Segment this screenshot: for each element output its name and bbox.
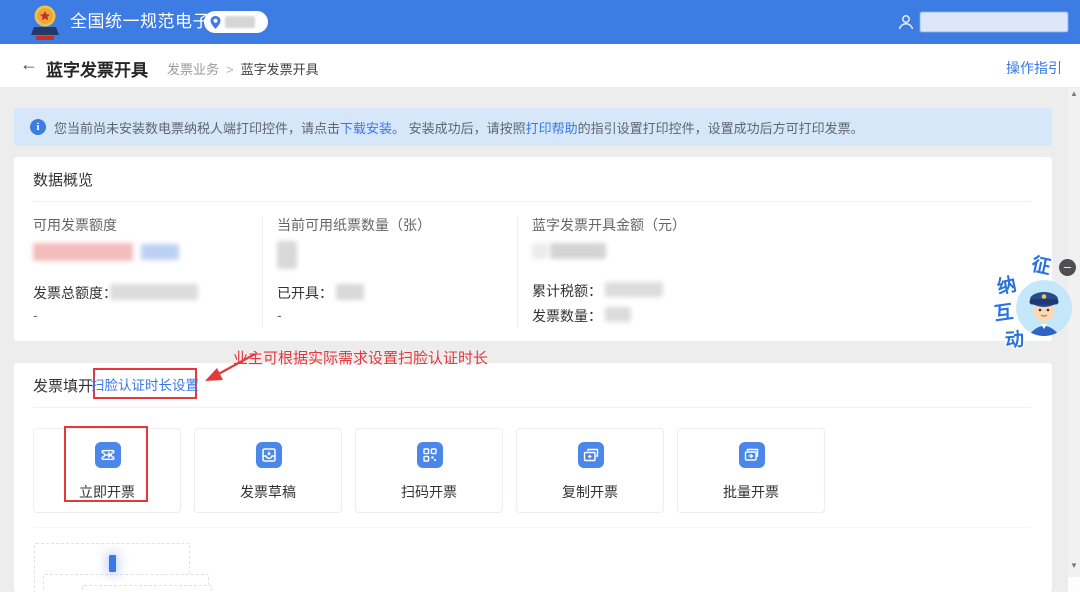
operation-guide-link[interactable]: 操作指引	[1006, 58, 1062, 78]
card-issue-now[interactable]: 立即开票	[33, 428, 181, 513]
alert-text-post: 的指引设置打印控件，设置成功后方可打印发票。	[577, 120, 864, 136]
widget-minimize-button[interactable]: –	[1059, 259, 1076, 276]
redacted-value	[550, 243, 606, 259]
invoice-count-label: 发票数量：	[532, 308, 602, 324]
redacted-value	[141, 244, 179, 260]
overview-title: 数据概览	[33, 172, 94, 189]
widget-char: 互	[992, 301, 1015, 326]
username-redacted	[920, 12, 1068, 32]
skeleton-box	[82, 585, 212, 592]
face-auth-highlight-box: 扫脸认证时长设置	[91, 368, 199, 399]
scroll-up-icon[interactable]: ▲	[1068, 89, 1080, 98]
empty-value: -	[277, 307, 282, 323]
tax-bureau-logo	[28, 4, 62, 46]
redacted-value	[110, 284, 198, 300]
card-batch-invoicing[interactable]: 批量开票	[677, 428, 825, 513]
available-quota-label: 可用发票额度	[33, 217, 117, 233]
tax-officer-avatar[interactable]	[1016, 280, 1072, 336]
empty-value: -	[33, 307, 38, 323]
data-overview-panel: 数据概览 可用发票额度 发票总额度： - 当前可用纸票数量（张） 已开具： - …	[14, 157, 1052, 341]
redacted-value	[605, 307, 631, 322]
redacted-value	[336, 284, 364, 300]
breadcrumb-separator: >	[226, 62, 234, 77]
card-label: 立即开票	[79, 484, 135, 500]
redacted-value	[33, 243, 133, 261]
invoice-filling-panel: 发票填开 扫脸认证时长设置 立即开票 发票草稿 扫码开票 复制开票 批量开票	[14, 363, 1052, 592]
total-quota-label: 发票总额度：	[33, 285, 117, 301]
alert-text-pre: 您当前尚未安装数电票纳税人端打印控件，请点击	[54, 120, 341, 136]
total-tax-label: 累计税额：	[532, 283, 602, 299]
divider	[33, 527, 1031, 528]
widget-char: 动	[1004, 329, 1025, 352]
qrcode-icon	[417, 442, 443, 468]
paper-ticket-count-label: 当前可用纸票数量（张）	[277, 217, 431, 233]
print-control-alert: i 您当前尚未安装数电票纳税人端打印控件，请点击下载安装。 安装成功后，请按照打…	[14, 108, 1052, 146]
location-pin-icon	[210, 15, 221, 29]
scrollbar-track[interactable]	[1068, 88, 1080, 577]
batch-ticket-icon	[739, 442, 765, 468]
breadcrumb: 发票业务 > 蓝字发票开具	[167, 59, 319, 78]
breadcrumb-current: 蓝字发票开具	[240, 62, 319, 77]
card-scan-qr-invoicing[interactable]: 扫码开票	[355, 428, 503, 513]
user-icon	[897, 13, 915, 36]
divider	[33, 407, 1031, 408]
back-button[interactable]: ←	[20, 54, 38, 75]
app-header: 全国统一规范电子税务局	[0, 0, 1080, 44]
invoicing-title: 发票填开	[33, 378, 94, 395]
scrollbar-footer	[1068, 577, 1080, 592]
info-icon: i	[30, 119, 46, 135]
divider	[517, 218, 518, 328]
card-invoice-draft[interactable]: 发票草稿	[194, 428, 342, 513]
card-label: 发票草稿	[240, 484, 296, 500]
location-name-redacted	[225, 16, 255, 28]
download-install-link[interactable]: 下载安装	[340, 121, 392, 136]
copy-ticket-icon	[578, 442, 604, 468]
scroll-down-icon[interactable]: ▼	[1068, 561, 1080, 570]
issued-label: 已开具：	[277, 285, 333, 301]
card-label: 批量开票	[723, 484, 779, 500]
blue-invoice-amount-label: 蓝字发票开具金额（元）	[532, 217, 686, 233]
annotation-arrow	[205, 353, 256, 381]
ticket-arrow-icon	[95, 442, 121, 468]
card-copy-invoicing[interactable]: 复制开票	[516, 428, 664, 513]
divider	[33, 201, 1031, 202]
skeleton-highlight	[109, 555, 116, 572]
print-help-link[interactable]: 打印帮助	[526, 121, 578, 136]
redacted-value	[605, 282, 663, 297]
location-selector[interactable]	[204, 11, 268, 33]
redacted-value	[277, 241, 297, 269]
alert-text-mid: 。 安装成功后，请按照	[392, 120, 526, 136]
face-auth-duration-link[interactable]: 扫脸认证时长设置	[91, 374, 199, 394]
redacted-value	[532, 243, 548, 259]
alert-text: 您当前尚未安装数电票纳税人端打印控件，请点击下载安装。 安装成功后，请按照打印帮…	[54, 118, 864, 137]
breadcrumb-parent[interactable]: 发票业务	[167, 62, 219, 77]
breadcrumb-bar: ← 蓝字发票开具 发票业务 > 蓝字发票开具 操作指引	[0, 44, 1080, 88]
draft-inbox-icon	[256, 442, 282, 468]
face-auth-annotation: 业主可根据实际需求设置扫脸认证时长	[233, 350, 489, 367]
card-label: 复制开票	[562, 484, 618, 500]
page-title: 蓝字发票开具	[46, 61, 148, 80]
card-label: 扫码开票	[401, 484, 457, 500]
divider	[262, 218, 263, 328]
